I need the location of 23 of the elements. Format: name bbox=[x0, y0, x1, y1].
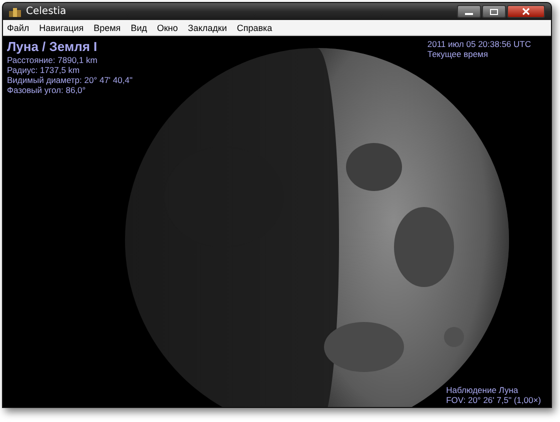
maximize-button[interactable] bbox=[482, 5, 506, 18]
app-icon bbox=[9, 6, 21, 16]
object-info-line: Видимый диаметр: 20° 47' 40,4" bbox=[7, 75, 132, 85]
date-time: 2011 июл 05 20:38:56 UTC bbox=[427, 39, 531, 49]
object-info-line: Расстояние: 7890,1 km bbox=[7, 55, 98, 65]
menu-item[interactable]: Навигация bbox=[39, 22, 84, 32]
object-name: Луна / Земля I bbox=[7, 39, 98, 55]
menu-item[interactable]: Справка bbox=[236, 22, 272, 32]
menu-item[interactable]: Закладки bbox=[188, 22, 227, 32]
maximize-icon bbox=[490, 8, 498, 14]
window-title: Celestia bbox=[26, 6, 66, 17]
close-icon bbox=[522, 8, 530, 15]
menu-item[interactable]: Окно bbox=[156, 22, 178, 32]
menu-item[interactable]: Вид bbox=[130, 22, 147, 32]
menu-item[interactable]: Время bbox=[94, 22, 121, 32]
object-info-line: Фазовый угол: 86,0° bbox=[7, 85, 87, 95]
menu-item[interactable]: Файл bbox=[7, 22, 30, 32]
field-of-view: FOV: 20° 26' 7,5" (1,00×) bbox=[446, 395, 541, 405]
close-button[interactable] bbox=[507, 5, 545, 18]
time-mode: Текущее время bbox=[427, 49, 489, 59]
object-info-line: Радиус: 1737,5 km bbox=[7, 65, 81, 75]
view-target: Наблюдение Луна bbox=[446, 385, 520, 395]
minimize-button[interactable] bbox=[457, 5, 481, 18]
